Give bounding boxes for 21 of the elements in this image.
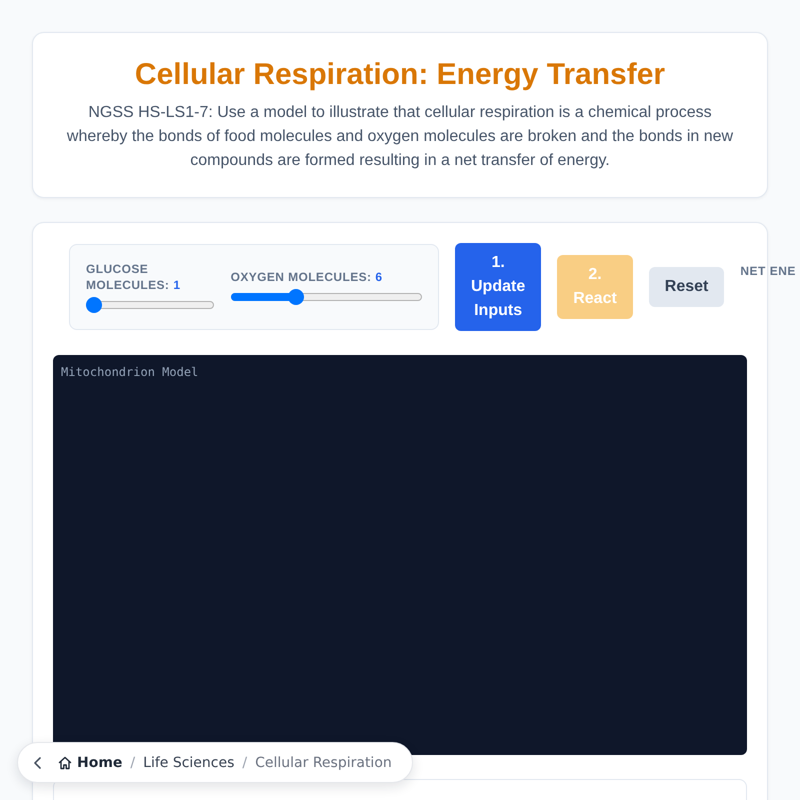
reset-button[interactable]: Reset xyxy=(648,267,724,307)
slider-label: OXYGEN MOLECULES: xyxy=(230,270,372,284)
chevron-left-icon xyxy=(32,756,44,768)
update-button[interactable]: 1. Update Inputs xyxy=(455,243,542,331)
breadcrumb-separator: / xyxy=(242,754,248,770)
breadcrumb-current-page: Cellular Respiration xyxy=(255,754,392,770)
slider-thumb[interactable] xyxy=(86,297,102,313)
standard-description: NGSS HS-LS1-7: Use a model to illustrate that cellular respiration is a chemical process whereby the bonds of food molecules and oxygen molecules are broken and the bonds in new compounds are formed resulting in a net transfer of energy. xyxy=(66,103,734,171)
slider-label: GLUCOSE MOLECULES: xyxy=(86,262,170,292)
molecule-slider[interactable] xyxy=(230,289,422,305)
page-title: Cellular Respiration: Energy Transfer xyxy=(134,57,666,93)
stat-label: NET ENE xyxy=(740,263,796,279)
canvas-label: Mitochondrion Model xyxy=(61,365,198,379)
slider-value: 1 xyxy=(173,278,180,292)
molecule-slider[interactable] xyxy=(86,297,214,313)
home-icon xyxy=(58,756,72,770)
slider-value: 6 xyxy=(375,270,382,284)
breadcrumb-separator: / xyxy=(130,754,136,770)
breadcrumb-home-link[interactable]: Home xyxy=(58,754,122,770)
breadcrumb-link[interactable]: Life Sciences xyxy=(143,754,234,770)
slider-thumb[interactable] xyxy=(288,289,304,305)
